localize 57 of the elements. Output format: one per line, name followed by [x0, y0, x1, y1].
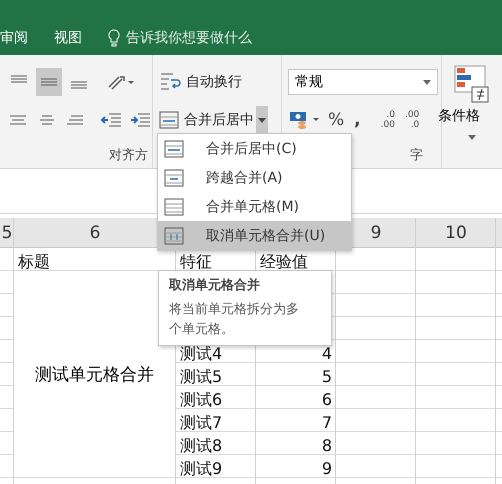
table-cell-text: 标题: [17, 251, 51, 271]
table-cell-text: 6: [320, 389, 333, 409]
conditional-format-button[interactable]: 条件格: [438, 107, 480, 125]
column-header: 5: [2, 222, 12, 245]
group-label: 对齐方: [109, 147, 148, 164]
table-cell-text: 测试4: [179, 343, 224, 363]
lightbulb-icon: [108, 29, 120, 47]
vertical-align-icon: [9, 75, 29, 83]
column-header: 10: [445, 222, 467, 245]
merge-center-button[interactable]: 合并后居中: [157, 106, 256, 134]
merge-cells-icon: [159, 111, 179, 129]
decrease-indent-icon: [100, 112, 122, 128]
menu-item[interactable]: 合并后居中(C): [158, 134, 351, 163]
table-cell-text: 4: [320, 343, 333, 363]
number-format-dropdown[interactable]: 常规: [288, 69, 438, 95]
vertical-align-icon: [69, 81, 89, 89]
table-cell-text: 7: [320, 412, 333, 432]
merge-cells-icon: [164, 198, 184, 216]
merge-cells-icon: [164, 140, 184, 158]
table-cell-text: 5: [320, 366, 333, 386]
menu-item[interactable]: 取消单元格合并(U): [158, 221, 351, 250]
table-cell-text: 测试8: [179, 435, 224, 455]
vertical-align-icon: [39, 78, 59, 86]
table-cell-text: 特征: [179, 251, 213, 271]
vertical-align-button[interactable]: [36, 68, 62, 96]
column-header: 6: [90, 222, 100, 245]
tell-me-search[interactable]: 告诉我你想要做什么: [126, 29, 252, 47]
money-icon: [289, 110, 321, 130]
table-cell-text: 8: [320, 435, 333, 455]
caret-icon: [468, 135, 476, 140]
merge-cells-icon: [164, 226, 184, 244]
table-cell-text: 测试5: [179, 366, 224, 386]
ribbon-tab[interactable]: 审阅: [0, 29, 28, 47]
table-cell-text: 经验值: [259, 251, 309, 271]
caret-icon: [423, 80, 431, 84]
increase-indent-icon: [128, 112, 151, 128]
increase-decimal-button[interactable]: .0 .00: [376, 110, 399, 130]
text-align-icon: [65, 115, 86, 125]
text-align-icon: [8, 115, 28, 125]
wrap-text-button[interactable]: 自动换行: [157, 68, 244, 96]
column-header: 9: [370, 222, 382, 245]
decrease-decimal-button[interactable]: .00 .0: [400, 110, 424, 130]
group-label: 字: [410, 147, 423, 164]
table-cell-text: 测试7: [179, 412, 224, 432]
table-cell-text: 9: [320, 458, 333, 478]
table-cell-text: 测试6: [179, 389, 224, 409]
menu-item[interactable]: 跨越合并(A): [158, 163, 351, 192]
dropdown-caret-button[interactable]: [256, 106, 268, 134]
merge-cells-icon: [164, 168, 184, 186]
table-cell-text: 测试9: [179, 458, 224, 478]
caret-icon: [258, 118, 266, 122]
conditional-format-icon: [454, 65, 490, 103]
ribbon-tab[interactable]: 视图: [54, 29, 82, 47]
comma-button[interactable]: ,: [350, 110, 365, 130]
percent-button[interactable]: %: [324, 110, 348, 130]
wrap-text-icon: [159, 72, 181, 92]
menu-item[interactable]: 合并单元格(M): [158, 192, 351, 221]
